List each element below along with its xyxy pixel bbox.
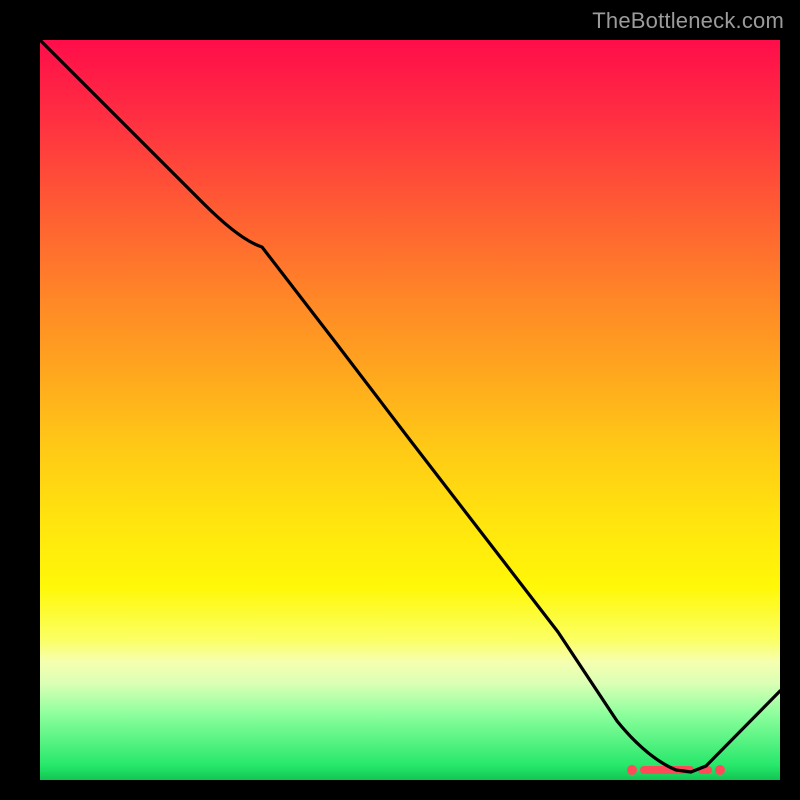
plateau-markers — [627, 765, 725, 775]
frame-left — [0, 0, 40, 800]
chart-svg — [40, 40, 780, 780]
chart-container: TheBottleneck.com — [0, 0, 800, 800]
frame-right — [780, 0, 800, 800]
frame-bottom — [0, 780, 800, 800]
curve-path — [40, 40, 780, 772]
plot-area — [40, 40, 780, 780]
watermark-text: TheBottleneck.com — [592, 8, 784, 34]
